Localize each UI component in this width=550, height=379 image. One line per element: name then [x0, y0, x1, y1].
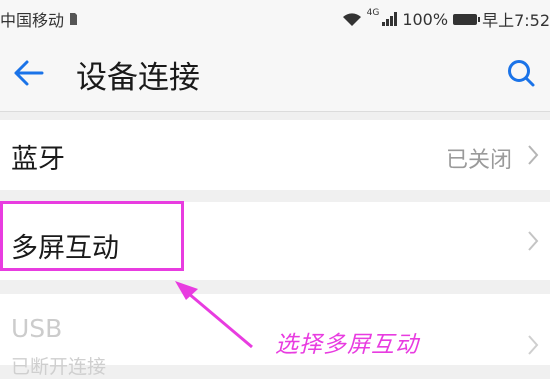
usb-label: USB: [11, 314, 63, 343]
clock: 早上7:52: [482, 11, 550, 30]
bluetooth-label: 蓝牙: [11, 144, 65, 175]
status-bar: 中国移动 4G 100% 早上7:52: [0, 0, 550, 34]
network-type: 4G: [366, 8, 380, 18]
chevron-right-icon: [528, 231, 539, 251]
app-bar: 设备连接: [0, 34, 550, 112]
page-title: 设备连接: [76, 60, 200, 96]
signal-icon: [382, 12, 398, 26]
search-icon[interactable]: [506, 58, 536, 88]
battery-icon: [453, 13, 481, 25]
bluetooth-row[interactable]: 蓝牙 已关闭: [0, 120, 550, 190]
chevron-right-icon: [528, 335, 539, 355]
status-left: 中国移动: [0, 7, 78, 31]
arrow-left-icon[interactable]: [12, 58, 46, 88]
battery-percent: 100%: [402, 9, 449, 29]
chevron-right-icon: [528, 145, 539, 165]
annotation-text: 选择多屏互动: [275, 332, 419, 358]
usb-sublabel: 已断开连接: [11, 356, 107, 378]
status-right: 4G 100% 早上7:52: [342, 7, 550, 31]
wifi-icon: [342, 12, 361, 26]
carrier-name: 中国移动: [0, 11, 65, 30]
highlight-box: [0, 201, 184, 271]
notification-icon: [70, 13, 78, 25]
bluetooth-status: 已关闭: [445, 148, 512, 173]
